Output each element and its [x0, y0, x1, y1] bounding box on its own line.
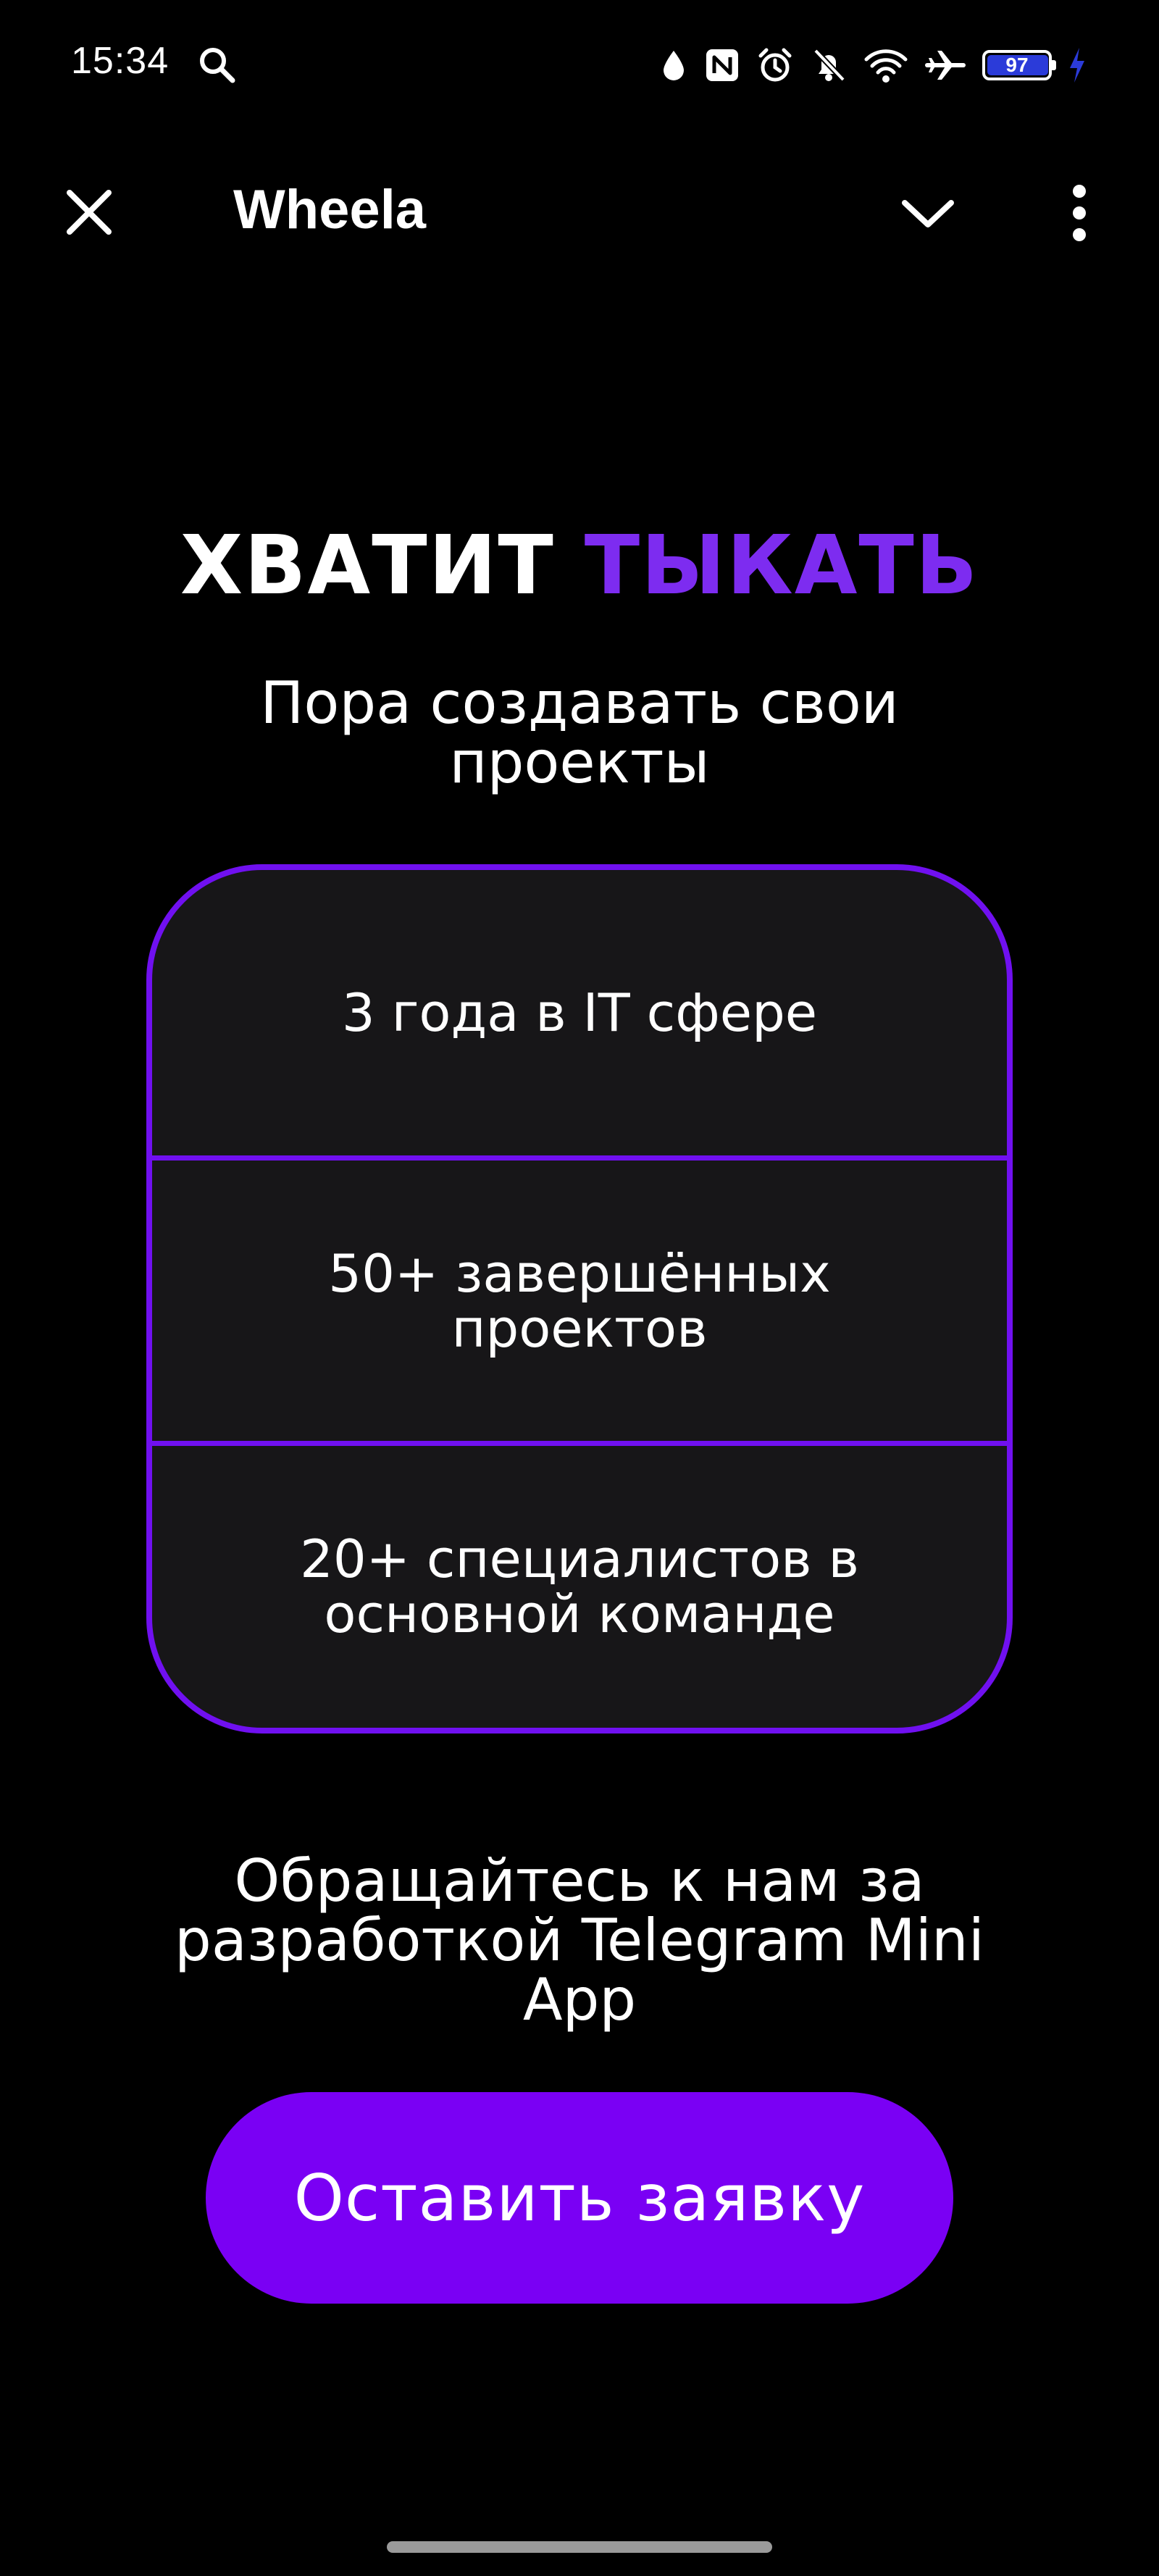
- battery-level: 97: [1005, 54, 1029, 76]
- more-menu-button[interactable]: [1050, 177, 1108, 249]
- stat-experience: 3 года в IT сфере: [341, 982, 818, 1043]
- search-icon: [200, 48, 235, 83]
- chevron-down-icon: [902, 200, 954, 227]
- status-bar: 15:34 97: [0, 0, 1159, 138]
- app-header: Wheela: [0, 138, 1159, 275]
- stats-card: 3 года в IT сфере 50+ завершённых проект…: [146, 864, 1013, 1734]
- mute-icon: [813, 49, 845, 82]
- status-time: 15:34: [71, 40, 170, 82]
- more-vertical-icon: [1073, 185, 1086, 241]
- airplane-icon: [925, 51, 966, 80]
- close-icon: [67, 190, 112, 235]
- battery-icon: 97: [982, 50, 1056, 80]
- nfc-icon: [706, 49, 738, 81]
- hero-title-accent: ТЫКАТЬ: [584, 519, 979, 613]
- submit-request-button[interactable]: Оставить заявку: [206, 2092, 953, 2304]
- hero-title-main: ХВАТИТ: [180, 519, 555, 613]
- stat-team: 20+ специалистов в основной команде: [152, 1441, 1007, 1726]
- charging-icon: [1070, 48, 1084, 83]
- close-button[interactable]: [58, 181, 120, 243]
- wifi-icon: [864, 49, 908, 83]
- status-icons: 97: [659, 43, 1087, 87]
- hero-subtitle: Пора создавать свои проекты: [260, 669, 899, 796]
- app-title: Wheela: [233, 179, 427, 241]
- stat-projects: 50+ завершённых проектов: [152, 1155, 1007, 1441]
- alarm-icon: [758, 48, 792, 82]
- cta-text: Обращайтесь к нам за разработкой Telegra…: [175, 1847, 984, 2033]
- collapse-button[interactable]: [897, 183, 959, 245]
- drop-icon: [664, 51, 684, 80]
- hero-title: ХВАТИТ ТЫКАТЬ: [0, 519, 1159, 613]
- gesture-bar[interactable]: [387, 2541, 772, 2553]
